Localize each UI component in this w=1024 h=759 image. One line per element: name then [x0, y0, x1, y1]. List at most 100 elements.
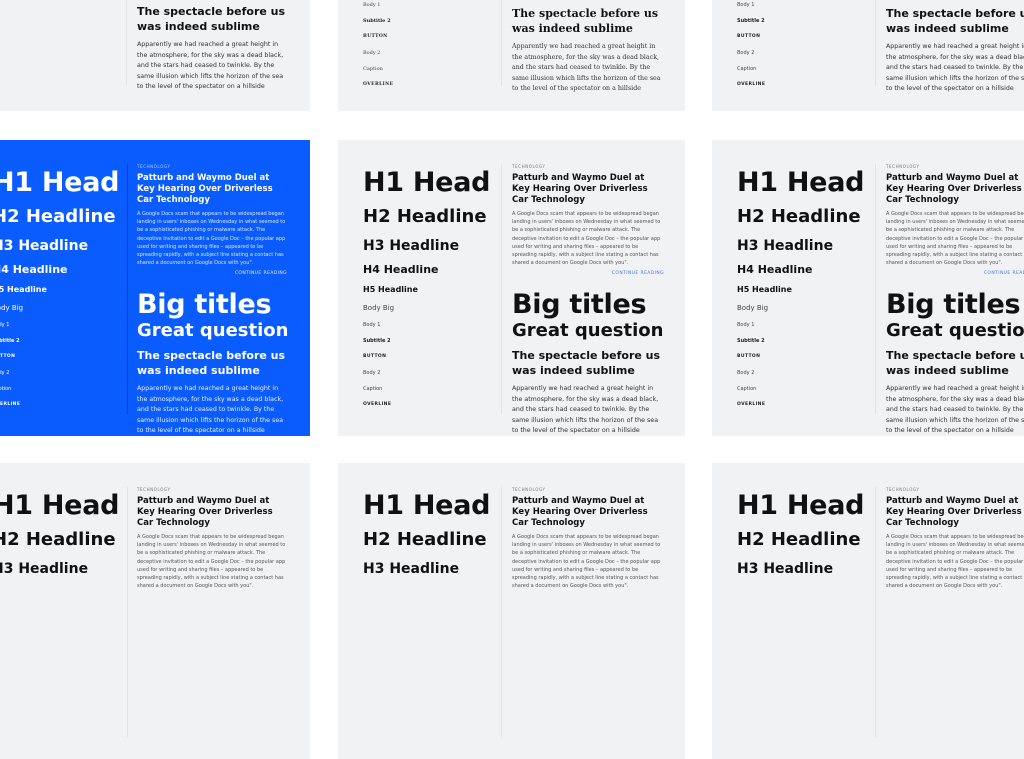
- specimen-list: H1 Head H2 Headline H3 Headline: [363, 491, 490, 585]
- article-column: TECHNOLOGY Patturb and Waymo Duel at Key…: [886, 487, 1024, 594]
- button-sample: BUTTON: [363, 34, 388, 39]
- display-paragraph: Apparently we had reached a great height…: [512, 43, 661, 92]
- overline-sample: OVERLINE: [737, 402, 766, 407]
- article-category: TECHNOLOGY: [886, 164, 920, 169]
- article-title[interactable]: Patturb and Waymo Duel at Key Hearing Ov…: [512, 173, 664, 206]
- article-column: TECHNOLOGY Patturb and Waymo Duel at Key…: [512, 164, 664, 436]
- article-column: TECHNOLOGY Patturb and Waymo Duel at Key…: [137, 487, 287, 594]
- great-question-heading: Great question: [512, 320, 664, 342]
- caption-sample: Caption: [0, 386, 12, 392]
- display-column: The spectacle before us was indeed subli…: [886, 6, 1024, 95]
- article-title[interactable]: Patturb and Waymo Duel at Key Hearing Ov…: [886, 496, 1024, 529]
- display-paragraph: Apparently we had reached a great height…: [137, 41, 284, 90]
- article-title[interactable]: Patturb and Waymo Duel at Key Hearing Ov…: [137, 496, 287, 529]
- h2-sample: H2 Headline: [0, 529, 116, 550]
- spectacle-heading: The spectacle before us was indeed subli…: [512, 349, 661, 378]
- article-category: TECHNOLOGY: [886, 487, 920, 492]
- article-body: A Google Docs scam that appears to be wi…: [512, 534, 661, 590]
- big-titles-heading: Big titles: [137, 289, 272, 321]
- spectacle-heading: The spectacle before us was indeed subli…: [512, 7, 659, 35]
- h2-sample: H2 Headline: [737, 206, 861, 227]
- h4-sample: H4 Headline: [737, 263, 813, 276]
- button-sample: BUTTON: [363, 354, 387, 359]
- body-2-sample: Body 2: [363, 50, 381, 56]
- h1-sample: H1 Head: [737, 167, 865, 198]
- specimen-list: H1 Head H2 Headline H3 Headline: [0, 491, 119, 585]
- overline-sample: OVERLINE: [363, 402, 392, 407]
- h5-sample: H5 Headline: [737, 285, 792, 294]
- body-big-sample: Body Big: [737, 304, 769, 312]
- h2-sample: H2 Headline: [363, 206, 487, 227]
- column-divider: [501, 487, 502, 737]
- overline-sample: OVERLINE: [737, 82, 766, 87]
- column-divider: [501, 164, 502, 414]
- article-title[interactable]: Patturb and Waymo Duel at Key Hearing Ov…: [137, 173, 287, 206]
- display-column: The spectacle before us was indeed subli…: [512, 6, 664, 95]
- body-1-sample: Body 1: [0, 322, 10, 328]
- body-big-sample: Body Big: [363, 304, 395, 312]
- article-body: A Google Docs scam that appears to be wi…: [886, 534, 1024, 590]
- specimen-list: H1 Head H2 Headline H3 Headline H4 Headl…: [0, 168, 119, 416]
- article-category: TECHNOLOGY: [512, 487, 546, 492]
- overline-sample: OVERLINE: [0, 402, 21, 407]
- type-card-r1c3: Body 1 Subtitle 2 BUTTON Body 2 Caption …: [712, 0, 1024, 111]
- continue-reading-link[interactable]: CONTINUE READING: [137, 271, 287, 276]
- body-2-sample: Body 2: [737, 50, 755, 56]
- article-category: TECHNOLOGY: [137, 164, 171, 169]
- specimen-list: Body 1 Subtitle 2 BUTTON Body 2 Caption …: [363, 0, 394, 96]
- button-sample: BUTTON: [737, 354, 761, 359]
- body-big-sample: Body Big: [0, 304, 24, 312]
- spectacle-heading: The spectacle before us was indeed subli…: [886, 349, 1024, 378]
- great-question-heading: Great question: [886, 320, 1024, 342]
- column-divider: [127, 164, 128, 414]
- body-2-sample: Body 2: [737, 370, 755, 376]
- display-paragraph: Apparently we had reached a great height…: [886, 385, 1024, 435]
- type-card-r1c1: Body 1 Subtitle 2 BUTTON Body 2 Caption …: [0, 0, 310, 111]
- display-paragraph: Apparently we had reached a great height…: [137, 385, 284, 435]
- caption-sample: Caption: [737, 66, 757, 72]
- article-column: TECHNOLOGY Patturb and Waymo Duel at Key…: [512, 487, 664, 594]
- type-card-r2c1: H1 Head H2 Headline H3 Headline H4 Headl…: [0, 140, 310, 436]
- body-2-sample: Body 2: [363, 370, 381, 376]
- column-divider: [501, 0, 502, 86]
- body-1-sample: Body 1: [737, 2, 755, 8]
- h4-sample: H4 Headline: [363, 263, 439, 276]
- subtitle-2-sample: Subtitle 2: [737, 338, 765, 344]
- h1-sample: H1 Head: [363, 167, 491, 198]
- overline-sample: OVERLINE: [363, 82, 394, 87]
- display-paragraph: Apparently we had reached a great height…: [886, 43, 1024, 92]
- article-body: A Google Docs scam that appears to be wi…: [137, 534, 286, 590]
- display-paragraph: Apparently we had reached a great height…: [512, 385, 659, 435]
- subtitle-2-sample: Subtitle 2: [737, 18, 765, 24]
- column-divider: [875, 164, 876, 414]
- continue-reading-link[interactable]: CONTINUE READING: [512, 271, 664, 276]
- h2-sample: H2 Headline: [363, 529, 487, 550]
- button-sample: BUTTON: [737, 34, 761, 39]
- specimen-list: H1 Head H2 Headline H3 Headline: [737, 491, 864, 585]
- column-divider: [875, 487, 876, 737]
- specimen-list: Body 1 Subtitle 2 BUTTON Body 2 Caption …: [737, 0, 765, 96]
- specimen-list: H1 Head H2 Headline H3 Headline H4 Headl…: [363, 168, 490, 416]
- column-divider: [126, 0, 127, 86]
- type-card-r2c3: H1 Head H2 Headline H3 Headline H4 Headl…: [712, 140, 1024, 436]
- display-column: The spectacle before us was indeed subli…: [137, 4, 287, 93]
- subtitle-2-sample: Subtitle 2: [0, 338, 20, 344]
- continue-reading-link[interactable]: CONTINUE READING: [886, 271, 1024, 276]
- button-sample: BUTTON: [0, 354, 16, 359]
- article-body: A Google Docs scam that appears to be wi…: [137, 211, 286, 267]
- big-titles-heading: Big titles: [886, 289, 1021, 321]
- article-body: A Google Docs scam that appears to be wi…: [886, 211, 1024, 267]
- body-2-sample: Body 2: [0, 370, 10, 376]
- h1-sample: H1 Head: [363, 490, 491, 521]
- column-divider: [127, 487, 128, 737]
- spectacle-heading: The spectacle before us was indeed subli…: [886, 7, 1024, 35]
- h1-sample: H1 Head: [737, 490, 865, 521]
- subtitle-2-sample: Subtitle 2: [363, 18, 391, 24]
- caption-sample: Caption: [363, 386, 383, 392]
- type-card-r3c3: H1 Head H2 Headline H3 Headline TECHNOLO…: [712, 463, 1024, 759]
- h5-sample: H5 Headline: [0, 285, 47, 294]
- article-title[interactable]: Patturb and Waymo Duel at Key Hearing Ov…: [886, 173, 1024, 206]
- type-card-r1c2: Body 1 Subtitle 2 BUTTON Body 2 Caption …: [338, 0, 685, 111]
- article-title[interactable]: Patturb and Waymo Duel at Key Hearing Ov…: [512, 496, 664, 529]
- column-divider: [875, 0, 876, 86]
